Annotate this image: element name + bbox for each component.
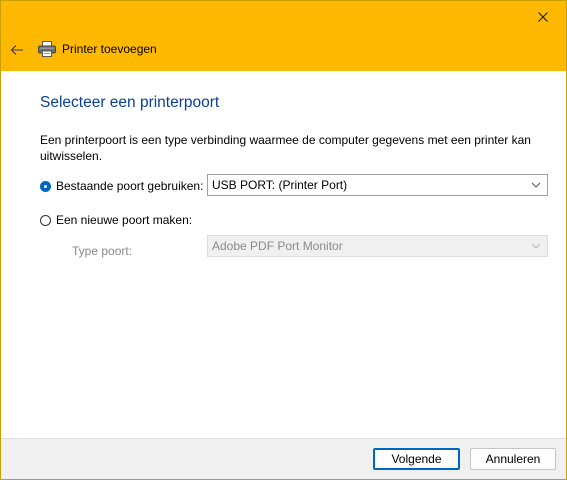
chevron-down-icon bbox=[531, 243, 541, 249]
chevron-down-icon bbox=[531, 182, 541, 188]
back-button[interactable] bbox=[4, 37, 30, 63]
new-port-radio[interactable] bbox=[40, 214, 51, 226]
window-title: Printer toevoegen bbox=[62, 42, 157, 56]
page-title: Selecteer een printerpoort bbox=[40, 94, 220, 111]
port-type-label: Type poort: bbox=[72, 244, 133, 258]
title-bar: Printer toevoegen bbox=[1, 1, 566, 71]
existing-port-option[interactable]: Bestaande poort gebruiken: bbox=[40, 179, 203, 193]
page-description: Een printerpoort is een type verbinding … bbox=[40, 133, 531, 163]
existing-port-value: USB PORT: (Printer Port) bbox=[212, 178, 348, 192]
new-port-option[interactable]: Een nieuwe poort maken: bbox=[40, 213, 192, 227]
close-button[interactable] bbox=[520, 1, 566, 33]
port-type-dropdown[interactable]: Adobe PDF Port Monitor bbox=[207, 235, 548, 257]
close-icon bbox=[538, 12, 548, 22]
existing-port-radio[interactable] bbox=[40, 180, 51, 192]
existing-port-dropdown[interactable]: USB PORT: (Printer Port) bbox=[207, 174, 548, 196]
cancel-button[interactable]: Annuleren bbox=[470, 448, 556, 470]
footer-bar: Volgende Annuleren bbox=[1, 438, 566, 479]
next-button[interactable]: Volgende bbox=[373, 448, 460, 470]
printer-icon bbox=[38, 41, 56, 57]
new-port-label: Een nieuwe poort maken: bbox=[56, 213, 193, 227]
add-printer-window: Printer toevoegen Selecteer een printerp… bbox=[0, 0, 567, 480]
back-arrow-icon bbox=[10, 45, 23, 55]
existing-port-label: Bestaande poort gebruiken: bbox=[56, 179, 204, 193]
port-type-value: Adobe PDF Port Monitor bbox=[212, 239, 343, 253]
